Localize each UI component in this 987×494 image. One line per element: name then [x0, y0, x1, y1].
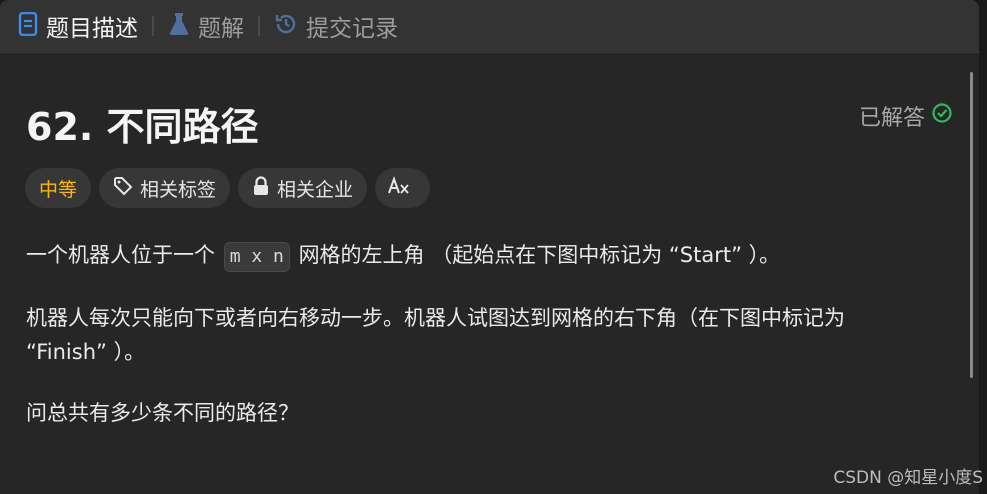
translate-button[interactable] — [375, 168, 431, 208]
document-icon — [18, 11, 38, 40]
tab-solutions-label: 题解 — [198, 16, 244, 42]
related-tags-button[interactable]: 相关标签 — [99, 168, 231, 208]
related-tags-label: 相关标签 — [140, 178, 217, 201]
tab-divider — [258, 16, 260, 36]
lock-icon — [252, 175, 277, 201]
tab-submissions-label: 提交记录 — [306, 16, 398, 42]
description-paragraph-3: 问总共有多少条不同的路径？ — [26, 396, 299, 430]
tab-description[interactable]: 题目描述 — [0, 0, 146, 52]
problem-panel: 题目描述 题解 提交记录 62. 不同路径 已解答 中等 相关标签 相关企业 一… — [0, 0, 979, 494]
check-circle-icon — [925, 102, 953, 130]
difficulty-badge: 中等 — [25, 168, 92, 208]
related-companies-button[interactable]: 相关企业 — [238, 168, 368, 208]
history-icon — [274, 12, 298, 40]
description-paragraph-2: 机器人每次只能向下或者向右移动一步。机器人试图达到网格的右下角（在下图中标记为 … — [26, 301, 845, 369]
description-paragraph-1: 一个机器人位于一个 m x n 网格的左上角 （起始点在下图中标记为 “Star… — [26, 238, 780, 272]
related-companies-label: 相关企业 — [277, 178, 354, 201]
tab-submissions[interactable]: 提交记录 — [266, 0, 406, 52]
scrollbar-thumb[interactable] — [970, 72, 973, 378]
description-text: 机器人每次只能向下或者向右移动一步。机器人试图达到网格的右下角（在下图中标记为 — [26, 306, 845, 330]
tab-bar: 题目描述 题解 提交记录 — [0, 0, 979, 53]
inline-code: m x n — [223, 242, 290, 272]
watermark: CSDN @知星小度S — [833, 468, 983, 488]
difficulty-label: 中等 — [39, 178, 78, 201]
tab-divider — [152, 16, 154, 36]
scrollbar[interactable] — [970, 72, 973, 378]
translate-icon — [387, 175, 418, 201]
tab-solutions[interactable]: 题解 — [160, 0, 252, 52]
panel-gutter — [979, 0, 987, 494]
tab-description-label: 题目描述 — [46, 16, 138, 42]
description-text: 一个机器人位于一个 — [26, 243, 215, 267]
problem-tags: 中等 相关标签 相关企业 — [25, 168, 431, 208]
description-text: “Finish” ）。 — [26, 340, 146, 364]
description-text: 网格的左上角 （起始点在下图中标记为 “Start” ）。 — [298, 243, 781, 267]
description-text: 问总共有多少条不同的路径？ — [26, 401, 299, 425]
solved-status: 已解答 — [859, 100, 953, 132]
problem-title: 62. 不同路径 — [26, 105, 259, 149]
flask-icon — [168, 12, 190, 40]
tag-icon — [113, 176, 140, 201]
solved-status-label: 已解答 — [858, 106, 925, 131]
